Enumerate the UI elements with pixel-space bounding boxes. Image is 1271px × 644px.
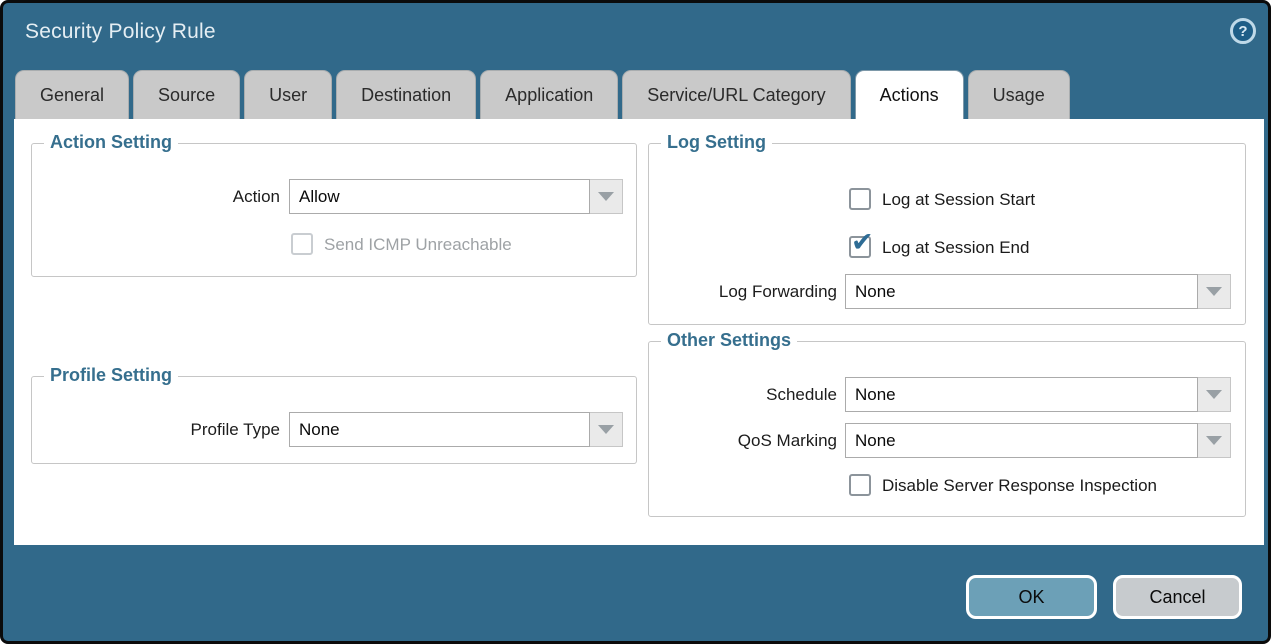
help-icon[interactable]: ? (1230, 18, 1256, 44)
profile-type-label: Profile Type (32, 412, 280, 447)
action-label: Action (32, 179, 280, 214)
help-icon-glyph: ? (1238, 23, 1247, 40)
log-at-session-start-checkbox[interactable]: ✔ (849, 188, 871, 210)
dropdown-arrow-icon (598, 425, 614, 434)
action-select-value: Allow (289, 179, 590, 214)
log-forwarding-select[interactable]: None (845, 274, 1231, 309)
qos-marking-select-arrow-button[interactable] (1198, 423, 1231, 458)
tab-user[interactable]: User (244, 70, 332, 119)
other-settings-legend: Other Settings (661, 330, 797, 351)
security-policy-rule-dialog: Security Policy Rule ? General Source Us… (0, 0, 1271, 644)
content-panel: Action Setting Action Allow ✔ Send ICMP … (14, 119, 1264, 545)
qos-marking-label: QoS Marking (649, 423, 837, 458)
profile-setting-group: Profile Setting Profile Type None (31, 376, 637, 464)
disable-server-response-inspection-checkbox[interactable]: ✔ (849, 474, 871, 496)
tab-source[interactable]: Source (133, 70, 240, 119)
tab-application[interactable]: Application (480, 70, 618, 119)
tab-bar: General Source User Destination Applicat… (15, 70, 1070, 119)
profile-type-select-value: None (289, 412, 590, 447)
log-setting-legend: Log Setting (661, 132, 772, 153)
tab-destination[interactable]: Destination (336, 70, 476, 119)
schedule-select-value: None (845, 377, 1198, 412)
log-forwarding-select-value: None (845, 274, 1198, 309)
send-icmp-unreachable-checkbox: ✔ (291, 233, 313, 255)
action-setting-legend: Action Setting (44, 132, 178, 153)
dialog-title: Security Policy Rule (25, 20, 216, 44)
qos-marking-select[interactable]: None (845, 423, 1231, 458)
other-settings-group: Other Settings Schedule None QoS Marking… (648, 341, 1246, 517)
send-icmp-unreachable-label: Send ICMP Unreachable (324, 233, 512, 255)
check-icon: ✔ (851, 229, 874, 256)
action-setting-group: Action Setting Action Allow ✔ Send ICMP … (31, 143, 637, 277)
schedule-label: Schedule (649, 377, 837, 412)
ok-button[interactable]: OK (966, 575, 1097, 619)
action-select[interactable]: Allow (289, 179, 623, 214)
tab-actions[interactable]: Actions (855, 70, 964, 119)
disable-server-response-inspection-label: Disable Server Response Inspection (882, 474, 1157, 496)
tab-usage[interactable]: Usage (968, 70, 1070, 119)
dropdown-arrow-icon (1206, 390, 1222, 399)
log-setting-group: Log Setting ✔ Log at Session Start ✔ Log… (648, 143, 1246, 325)
action-select-arrow-button[interactable] (590, 179, 623, 214)
log-forwarding-label: Log Forwarding (649, 274, 837, 309)
schedule-select-arrow-button[interactable] (1198, 377, 1231, 412)
cancel-button[interactable]: Cancel (1113, 575, 1242, 619)
schedule-select[interactable]: None (845, 377, 1231, 412)
dropdown-arrow-icon (1206, 436, 1222, 445)
profile-type-select-arrow-button[interactable] (590, 412, 623, 447)
profile-type-select[interactable]: None (289, 412, 623, 447)
qos-marking-select-value: None (845, 423, 1198, 458)
profile-setting-legend: Profile Setting (44, 365, 178, 386)
log-forwarding-select-arrow-button[interactable] (1198, 274, 1231, 309)
tab-general[interactable]: General (15, 70, 129, 119)
log-at-session-end-checkbox[interactable]: ✔ (849, 236, 871, 258)
log-at-session-start-label: Log at Session Start (882, 188, 1035, 210)
dropdown-arrow-icon (1206, 287, 1222, 296)
dropdown-arrow-icon (598, 192, 614, 201)
tab-service-url-category[interactable]: Service/URL Category (622, 70, 850, 119)
log-at-session-end-label: Log at Session End (882, 236, 1029, 258)
